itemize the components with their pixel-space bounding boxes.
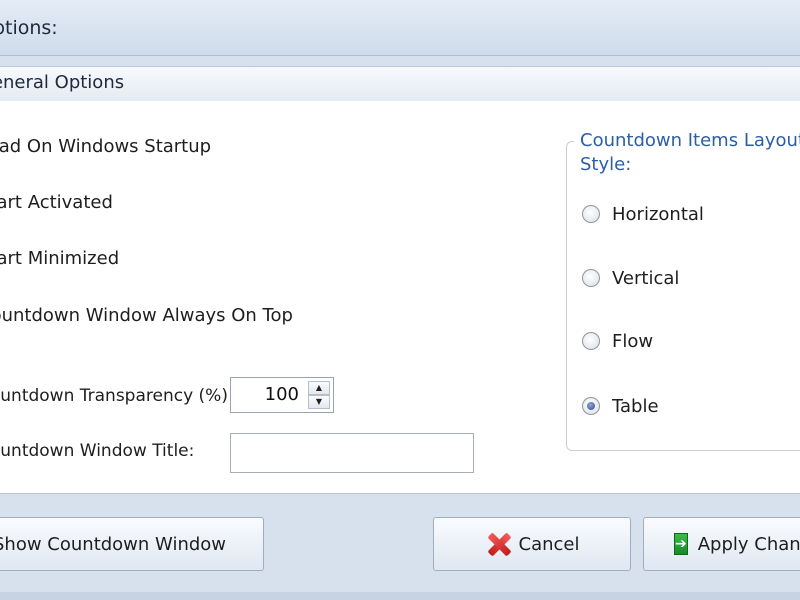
red-x-icon <box>485 530 513 558</box>
always-on-top-option[interactable]: Countdown Window Always On Top <box>0 305 293 326</box>
spin-up-button[interactable]: ▲ <box>308 381 330 395</box>
window-title: Options: <box>0 17 58 39</box>
radio-button-selected[interactable] <box>582 397 600 415</box>
window-bottom-edge <box>0 592 800 600</box>
layout-style-title: Countdown Items Layout Style: <box>574 129 800 177</box>
radio-label: Horizontal <box>612 203 704 225</box>
radio-vertical[interactable]: Vertical <box>582 266 679 290</box>
spin-down-button[interactable]: ▼ <box>308 395 330 409</box>
apply-changes-button[interactable]: ➔ Apply Changes <box>643 517 800 571</box>
radio-button[interactable] <box>582 332 600 350</box>
start-minimized-option[interactable]: Start Minimized <box>0 248 119 269</box>
window-titlebar <box>0 0 800 56</box>
radio-flow[interactable]: Flow <box>582 329 653 353</box>
window-title-label: Countdown Window Title: <box>0 441 195 461</box>
section-title: General Options <box>0 72 125 93</box>
load-on-startup-option[interactable]: Load On Windows Startup <box>0 136 211 157</box>
radio-horizontal[interactable]: Horizontal <box>582 202 704 226</box>
start-activated-option[interactable]: Start Activated <box>0 192 113 213</box>
radio-label: Flow <box>612 330 654 352</box>
window-title-input[interactable] <box>230 433 474 473</box>
radio-label: Table <box>612 395 659 417</box>
cancel-button-label: Cancel <box>518 533 580 555</box>
green-arrow-icon: ➔ <box>674 533 688 555</box>
triangle-up-icon: ▲ <box>315 383 323 392</box>
transparency-spinner[interactable]: 100 ▲ ▼ <box>230 377 334 413</box>
transparency-value[interactable]: 100 <box>265 384 299 405</box>
radio-label: Vertical <box>612 267 680 289</box>
triangle-down-icon: ▼ <box>315 397 323 406</box>
transparency-label: Countdown Transparency (%): <box>0 386 234 406</box>
show-button-label: Show Countdown Window <box>0 533 227 555</box>
radio-button[interactable] <box>582 269 600 287</box>
show-countdown-window-button[interactable]: Show Countdown Window <box>0 517 264 571</box>
radio-table[interactable]: Table <box>582 394 659 418</box>
radio-button[interactable] <box>582 205 600 223</box>
cancel-button[interactable]: Cancel <box>433 517 631 571</box>
apply-button-label: Apply Changes <box>697 533 800 555</box>
